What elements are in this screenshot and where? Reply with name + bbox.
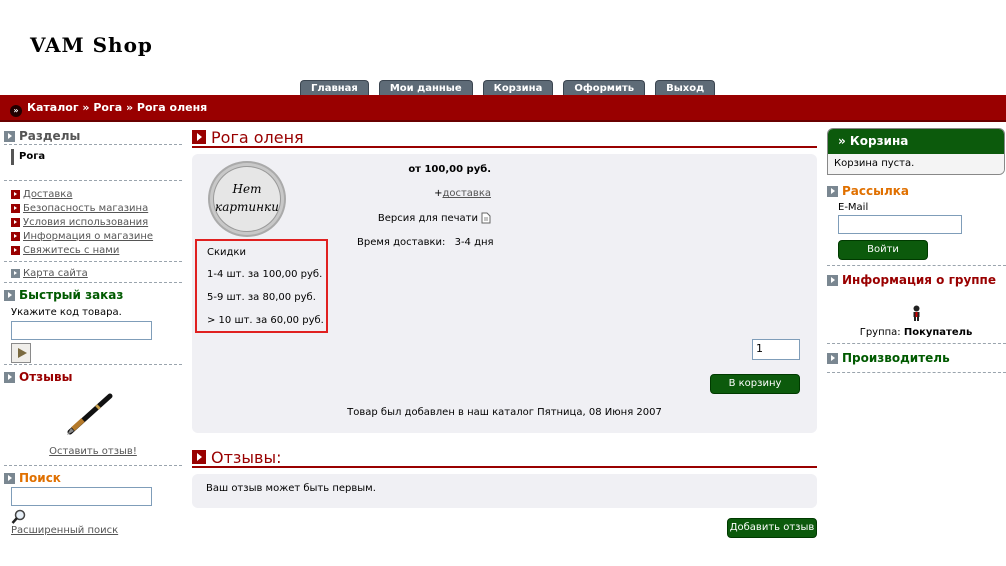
print-version-link[interactable]: Версия для печати: [378, 213, 478, 224]
quantity-input[interactable]: 1: [752, 339, 800, 360]
box-arrow-icon: [827, 186, 838, 197]
bullet-icon: [11, 245, 20, 255]
arrow-right-icon: [18, 348, 27, 358]
reviews-title-bar: Отзывы:: [192, 448, 817, 468]
newsletter-title: Рассылка: [827, 183, 1006, 200]
link-about[interactable]: Информация о магазине: [23, 231, 153, 242]
document-icon[interactable]: [481, 212, 491, 224]
reviews-title: Отзывы:: [211, 447, 282, 467]
email-field[interactable]: [838, 215, 962, 234]
discount-row: 1-4 шт. за 100,00 руб.: [207, 269, 323, 280]
discount-row: > 10 шт. за 60,00 руб.: [207, 315, 324, 326]
cart-empty-text: Корзина пуста.: [828, 154, 1004, 174]
product-code-input[interactable]: [11, 321, 152, 340]
group-row: Группа: Покупатель: [859, 327, 973, 338]
delivery-time-label: Время доставки:: [357, 237, 446, 248]
bullet-icon: [11, 231, 20, 241]
cart-box: » Корзина Корзина пуста.: [827, 128, 1005, 175]
breadcrumb-bar: » Каталог » Рога » Рога оленя: [0, 95, 1006, 122]
discounts-box: Скидки 1-4 шт. за 100,00 руб. 5-9 шт. за…: [195, 239, 328, 333]
right-sidebar: » Корзина Корзина пуста. Рассылка E-Mail…: [827, 128, 1006, 373]
tab-home[interactable]: Главная: [300, 80, 369, 95]
reviews-box-title: Отзывы: [4, 369, 182, 386]
quick-order-title: Быстрый заказ: [4, 287, 182, 304]
quick-order-submit-button[interactable]: [11, 343, 31, 363]
search-box: Расширенный поиск: [4, 487, 182, 536]
delivery-time-value: 3-4 дня: [454, 237, 494, 248]
add-to-cart-button[interactable]: В корзину: [710, 374, 800, 394]
page-title: Рога оленя: [211, 127, 304, 147]
reviews-empty-text: Ваш отзыв может быть первым.: [206, 483, 376, 494]
search-box-title: Поиск: [4, 470, 182, 487]
delivery-row: +доставка: [434, 188, 491, 199]
link-contact[interactable]: Свяжитесь с нами: [23, 245, 119, 256]
box-arrow-icon: [4, 130, 15, 142]
box-arrow-icon: [4, 290, 15, 301]
tab-checkout[interactable]: Оформить: [563, 80, 646, 95]
manufacturer-title: Производитель: [827, 350, 1006, 367]
product-added-note: Товар был добавлен в наш каталог Пятница…: [347, 407, 662, 418]
info-links: Доставка Безопасность магазина Условия и…: [4, 181, 182, 262]
email-label: E-Mail: [838, 202, 869, 213]
tab-logout[interactable]: Выход: [655, 80, 716, 95]
login-button[interactable]: Войти: [838, 240, 928, 260]
discount-row: 5-9 шт. за 80,00 руб.: [207, 292, 316, 303]
link-delivery[interactable]: Доставка: [23, 189, 72, 200]
quick-order-box: Укажите код товара.: [4, 304, 182, 365]
top-nav-tabs: Главная Мои данные Корзина Оформить Выхо…: [300, 80, 716, 95]
bullet-icon: [11, 189, 20, 199]
title-arrow-icon: [192, 450, 206, 464]
box-arrow-icon: [4, 473, 15, 484]
group-value: Покупатель: [903, 327, 973, 338]
fountain-pen-icon: [67, 393, 113, 435]
title-arrow-icon: [192, 130, 206, 144]
link-security[interactable]: Безопасность магазина: [23, 203, 148, 214]
reviews-box: Оставить отзыв!: [4, 386, 182, 466]
left-sidebar: Разделы Рога Доставка Безопасность магаз…: [4, 128, 182, 536]
group-info-title: Информация о группе: [827, 272, 1006, 289]
delivery-link[interactable]: доставка: [442, 188, 491, 199]
category-list: Рога: [4, 145, 182, 181]
bullet-icon: [11, 217, 20, 227]
product-title-bar: Рога оленя: [192, 128, 817, 148]
reviews-panel: Ваш отзыв может быть первым.: [192, 474, 817, 508]
cart-box-title[interactable]: » Корзина: [828, 129, 1004, 154]
no-image-placeholder: Нет картинки: [208, 161, 286, 237]
box-arrow-icon: [827, 353, 838, 364]
main-content: Рога оленя Нет картинки Скидки 1-4 шт. з…: [192, 128, 817, 538]
box-arrow-icon: [827, 275, 838, 286]
double-arrow-icon: »: [10, 105, 22, 117]
print-version-row[interactable]: Версия для печати: [378, 212, 491, 224]
advanced-search-link[interactable]: Расширенный поиск: [11, 525, 182, 536]
breadcrumb[interactable]: Каталог » Рога » Рога оленя: [27, 101, 207, 114]
delivery-time-row: Время доставки: 3-4 дня: [357, 237, 494, 248]
category-item-roga[interactable]: Рога: [11, 149, 182, 165]
sitemap-box: Карта сайта: [4, 262, 182, 283]
manufacturer-box: [827, 367, 1006, 373]
add-review-button[interactable]: Добавить отзыв: [727, 518, 817, 538]
magnifier-icon[interactable]: [11, 509, 27, 525]
shop-logo[interactable]: VAM Shop: [30, 33, 153, 57]
search-input[interactable]: [11, 487, 152, 506]
write-review-link[interactable]: Оставить отзыв!: [4, 446, 182, 457]
link-sitemap[interactable]: Карта сайта: [23, 268, 88, 279]
bullet-icon: [11, 203, 20, 213]
discounts-title: Скидки: [207, 247, 246, 258]
product-price: от 100,00 руб.: [408, 164, 491, 175]
user-icon: [913, 305, 920, 321]
bullet-icon: [11, 268, 20, 278]
newsletter-box: E-Mail Войти: [827, 200, 1006, 266]
tab-cart[interactable]: Корзина: [482, 80, 554, 95]
product-panel: Нет картинки Скидки 1-4 шт. за 100,00 ру…: [192, 154, 817, 433]
sections-box-title: Разделы: [4, 128, 182, 145]
group-info-box: Группа: Покупатель: [827, 289, 1006, 344]
tab-account[interactable]: Мои данные: [378, 80, 473, 95]
quick-order-label: Укажите код товара.: [11, 307, 122, 318]
box-arrow-icon: [4, 372, 15, 383]
link-terms[interactable]: Условия использования: [23, 217, 148, 228]
